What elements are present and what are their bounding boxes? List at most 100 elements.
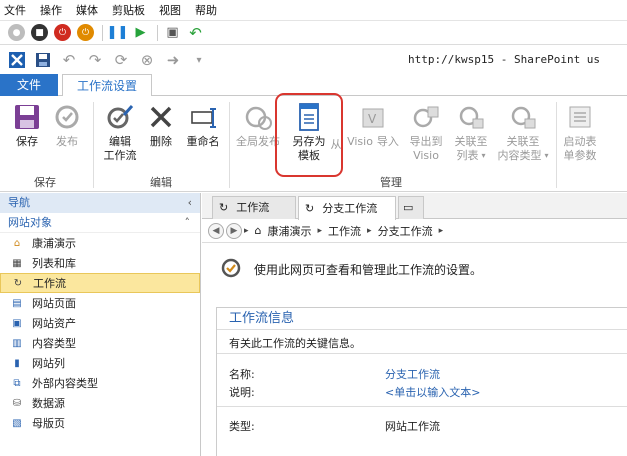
stop-icon[interactable]: ■	[31, 24, 48, 41]
group-label-save: 保存	[34, 176, 56, 189]
delete-x-icon	[146, 102, 176, 132]
chevron-up-icon: ˄	[184, 216, 191, 229]
tab-workflows[interactable]: ↻ 工作流	[212, 196, 296, 219]
forward-nav-icon[interactable]: ▶	[226, 222, 242, 239]
intro: 使用此网页可查看和管理此工作流的设置。	[220, 257, 482, 282]
tab-workflow-settings[interactable]: 工作流设置	[62, 74, 152, 97]
nav-item-home[interactable]: ⌂ 康浦演示	[0, 233, 200, 253]
menu-file[interactable]: 文件	[4, 2, 26, 18]
publish-icon	[52, 102, 82, 132]
new-tab-button[interactable]: ▭	[398, 196, 424, 219]
associate-list-button[interactable]: 关联至 列表 ▾	[448, 102, 494, 163]
nav-item-master-pages[interactable]: ▧ 母版页	[0, 413, 200, 433]
assets-icon: ▣	[12, 317, 22, 329]
nav-item-data-sources[interactable]: ⛁ 数据源	[0, 393, 200, 413]
breadcrumb-branch-workflow[interactable]: 分支工作流	[378, 223, 433, 239]
shutdown-icon[interactable]: ⏻	[77, 24, 94, 41]
breadcrumb-site[interactable]: 康浦演示	[268, 223, 312, 239]
menu-help[interactable]: 帮助	[195, 2, 217, 18]
nav-item-workflows[interactable]: ↻ 工作流	[0, 273, 200, 293]
save-large-icon	[12, 102, 42, 132]
navigation-pane: 导航 ‹ 网站对象 ˄ ⌂ 康浦演示 ▦ 列表和库 ↻ 工作流 ▤ 网站页面 ▣…	[0, 193, 201, 456]
nav-item-site-pages[interactable]: ▤ 网站页面	[0, 293, 200, 313]
form-params-icon	[565, 102, 595, 132]
document-tabs: ↻ 工作流 ↻ 分支工作流 ▭	[202, 193, 627, 220]
redo-icon[interactable]: ↷	[84, 49, 106, 71]
home-icon: ⌂	[254, 224, 262, 237]
content-type-icon: ▥	[12, 337, 22, 349]
associate-content-type-button[interactable]: 关联至 内容类型 ▾	[492, 102, 554, 163]
menu-clipboard[interactable]: 剪贴板	[112, 2, 145, 18]
content-area: ↻ 工作流 ↻ 分支工作流 ▭ ◀ ▶ ▸ ⌂ 康浦演示 ▸ 工作流 ▸ 分支工…	[202, 193, 627, 456]
save-icon[interactable]	[32, 49, 54, 71]
workflow-info-panel: 工作流信息 有关此工作流的关键信息。 名称: 分支工作流 说明: <单击以输入文…	[216, 307, 627, 456]
customize-dropdown-icon[interactable]: ▾	[188, 49, 210, 71]
workflow-large-icon	[220, 257, 242, 282]
home-icon: ⌂	[13, 237, 21, 249]
sharepoint-designer-icon	[6, 49, 28, 71]
name-value[interactable]: 分支工作流	[385, 366, 440, 382]
database-icon: ⛁	[12, 397, 22, 409]
name-label: 名称:	[229, 368, 255, 381]
menu-bar: 文件 操作 媒体 剪贴板 视图 帮助	[0, 0, 627, 21]
external-icon: ⧉	[13, 377, 21, 389]
revert-icon[interactable]: ↶	[187, 24, 204, 42]
group-label-manage: 管理	[380, 176, 402, 189]
vm-toolbar: ● ■ ⏻ ⏻ ❚❚ ▶ ▣ ↶	[0, 21, 627, 45]
dropdown-arrow-icon: ▾	[544, 151, 549, 160]
associate-list-icon	[456, 102, 486, 132]
type-label: 类型:	[229, 420, 255, 433]
publish-button[interactable]: 发布	[50, 102, 84, 149]
rename-button[interactable]: 重命名	[183, 102, 223, 149]
description-label: 说明:	[229, 386, 255, 399]
svg-text:V: V	[368, 112, 377, 126]
tab-file[interactable]: 文件	[0, 74, 58, 96]
refresh-icon[interactable]: ⟳	[110, 49, 132, 71]
global-publish-icon	[243, 102, 273, 132]
snapshot-icon[interactable]: ▣	[164, 24, 181, 41]
back-icon[interactable]: ◀	[208, 222, 224, 239]
intro-text: 使用此网页可查看和管理此工作流的设置。	[254, 263, 483, 277]
export-to-visio-button[interactable]: 导出到 Visio	[404, 102, 448, 163]
list-icon: ▦	[12, 257, 22, 269]
import-from-visio-button[interactable]: V Visio 导入	[345, 102, 401, 149]
nav-item-content-types[interactable]: ▥ 内容类型	[0, 333, 200, 353]
highlight-callout	[275, 93, 343, 177]
description-value[interactable]: <单击以输入文本>	[385, 384, 480, 400]
panel-description: 有关此工作流的关键信息。	[217, 330, 627, 354]
rename-icon	[188, 102, 218, 132]
nav-item-site-assets[interactable]: ▣ 网站资产	[0, 313, 200, 333]
menu-media[interactable]: 媒体	[76, 2, 98, 18]
master-page-icon: ▧	[12, 417, 22, 429]
edit-workflow-button[interactable]: 编辑 工作流	[100, 102, 140, 163]
stop-loading-icon[interactable]: ⊗	[136, 49, 158, 71]
workflow-icon: ↻	[13, 277, 23, 289]
menu-view[interactable]: 视图	[159, 2, 181, 18]
nav-item-site-columns[interactable]: ▮ 网站列	[0, 353, 200, 373]
associate-content-type-icon	[508, 102, 538, 132]
power-off-icon[interactable]: ⏻	[54, 24, 71, 41]
forward-icon[interactable]: ➜	[162, 49, 184, 71]
tab-branch-workflow[interactable]: ↻ 分支工作流	[298, 196, 396, 220]
site-address: http://kwsp15 - SharePoint us	[408, 53, 601, 66]
nav-section-site-objects[interactable]: 网站对象 ˄	[0, 213, 200, 233]
undo-icon[interactable]: ↶	[58, 49, 80, 71]
page-icon: ▤	[12, 297, 22, 309]
save-button[interactable]: 保存	[10, 102, 44, 149]
workflow-icon: ↻	[219, 201, 229, 214]
group-label-edit: 编辑	[150, 176, 172, 189]
pause-icon[interactable]: ❚❚	[107, 24, 129, 41]
play-icon[interactable]: ▶	[132, 24, 149, 41]
collapse-left-icon[interactable]: ‹	[188, 193, 192, 213]
panel-title: 工作流信息	[217, 308, 627, 330]
start-form-params-button[interactable]: 启动表 单参数	[560, 102, 600, 163]
menu-action[interactable]: 操作	[40, 2, 62, 18]
type-value: 网站工作流	[385, 420, 440, 433]
nav-header: 导航 ‹	[0, 193, 200, 213]
delete-button[interactable]: 删除	[146, 102, 176, 149]
nav-item-lists[interactable]: ▦ 列表和库	[0, 253, 200, 273]
ctrl-alt-del-icon[interactable]: ●	[8, 24, 25, 41]
breadcrumb-workflows[interactable]: 工作流	[328, 223, 361, 239]
visio-export-icon	[411, 102, 441, 132]
nav-item-external-content-types[interactable]: ⧉ 外部内容类型	[0, 373, 200, 393]
